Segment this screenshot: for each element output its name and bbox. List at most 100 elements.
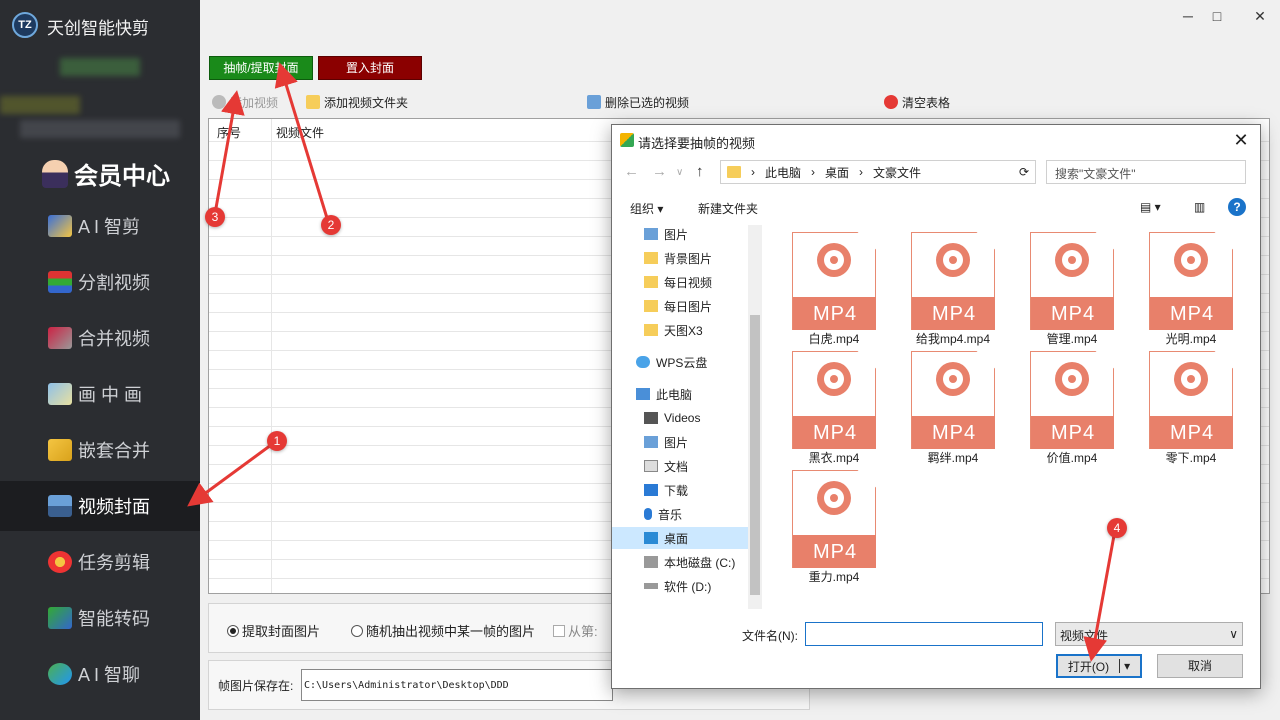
tree-item-folder[interactable]: 每日图片 [644, 295, 748, 317]
film-reel-icon [1174, 362, 1208, 396]
tree-item-this-pc[interactable]: 此电脑 [636, 383, 748, 405]
radio-random-frame[interactable]: 随机抽出视频中某一帧的图片 [351, 621, 535, 640]
tree-item-music[interactable]: 音乐 [644, 503, 748, 525]
transcode-icon [48, 607, 72, 629]
up-arrow-icon[interactable]: ↑ [696, 163, 704, 180]
tree-item-label: 背景图片 [664, 251, 713, 266]
file-item[interactable]: MP4 给我mp4.mp4 [888, 232, 998, 347]
new-folder-button[interactable]: 新建文件夹 [698, 200, 758, 217]
sidebar-item-ai-chat[interactable]: A I 智聊 [0, 649, 200, 699]
refresh-icon[interactable]: ⟳ [1019, 165, 1029, 179]
tree-scrollbar-thumb[interactable] [750, 315, 760, 595]
add-folder-label: 添加视频文件夹 [324, 95, 409, 110]
ai-chat-icon [48, 663, 72, 685]
help-icon[interactable]: ? [1228, 198, 1246, 216]
film-reel-icon [817, 481, 851, 515]
video-cover-icon [48, 495, 72, 517]
tree-item-videos[interactable]: Videos [644, 407, 748, 429]
file-item[interactable]: MP4 羁绊.mp4 [888, 351, 998, 466]
dialog-close-button[interactable]: ✕ [1230, 129, 1252, 151]
sidebar-item-merge-video[interactable]: 合并视频 [0, 313, 200, 363]
filetype-select[interactable]: 视频文件 ∨ [1055, 622, 1243, 646]
tree-item-label: 图片 [664, 227, 689, 242]
radio-extract-cover[interactable]: 提取封面图片 [227, 621, 320, 640]
recent-chevron-icon[interactable]: ∨ [676, 167, 683, 178]
sidebar-item-split-video[interactable]: 分割视频 [0, 257, 200, 307]
file-type-badge: MP4 [793, 416, 876, 449]
back-arrow-icon[interactable]: ← [624, 163, 639, 180]
radio-label: 提取封面图片 [242, 624, 321, 639]
forward-arrow-icon[interactable]: → [652, 163, 667, 180]
tree-item-pictures[interactable]: 图片 [644, 223, 748, 245]
file-type-badge: MP4 [1150, 416, 1233, 449]
open-button[interactable]: 打开(O) ▾ [1056, 654, 1142, 678]
add-folder-button[interactable]: 添加视频文件夹 [306, 93, 408, 111]
sidebar-item-nested-merge[interactable]: 嵌套合并 [0, 425, 200, 475]
tree-item-drive-d[interactable]: 软件 (D:) [644, 575, 748, 597]
organize-menu[interactable]: 组织 ▾ [630, 200, 663, 217]
extract-cover-button[interactable]: 抽帧/提取封面 [209, 56, 313, 80]
documents-icon [644, 460, 658, 472]
checkbox-icon [553, 624, 565, 637]
clear-table-button[interactable]: 清空表格 [884, 93, 950, 111]
tree-item-downloads[interactable]: 下载 [644, 479, 748, 501]
mp4-file-icon: MP4 [1030, 351, 1114, 449]
tree-item-folder[interactable]: 每日视频 [644, 271, 748, 293]
clear-x-icon [884, 95, 898, 109]
delete-selected-button[interactable]: 删除已选的视频 [587, 93, 689, 111]
tree-item-label: 每日图片 [664, 299, 713, 314]
filename-input[interactable] [805, 622, 1043, 646]
sidebar-item-ai-cut[interactable]: A I 智剪 [0, 201, 200, 251]
split-video-icon [48, 271, 72, 293]
sidebar: TZ 天创智能快剪 会员中心 A I 智剪 分割视频 合并视频 画 中 画 嵌套… [0, 0, 200, 720]
sidebar-item-label: 画 中 画 [78, 385, 143, 405]
tree-item-wps-cloud[interactable]: WPS云盘 [636, 351, 748, 373]
file-item[interactable]: MP4 零下.mp4 [1126, 351, 1236, 466]
sidebar-item-task-edit[interactable]: 任务剪辑 [0, 537, 200, 587]
file-name: 给我mp4.mp4 [915, 332, 991, 346]
breadcrumb-item[interactable]: 文豪文件 [873, 164, 921, 181]
tree-item-desktop[interactable]: 桌面 [612, 527, 748, 549]
address-bar[interactable]: › 此电脑 › 桌面 › 文豪文件 ⟳ [720, 160, 1036, 184]
drive-icon [644, 556, 658, 568]
file-item[interactable]: MP4 管理.mp4 [1007, 232, 1117, 347]
sidebar-item-label: 视频封面 [78, 497, 150, 517]
file-item[interactable]: MP4 黑衣.mp4 [769, 351, 879, 466]
column-header-file: 视频文件 [276, 126, 325, 140]
breadcrumb-item[interactable]: 此电脑 [765, 164, 801, 181]
folder-icon [644, 276, 658, 288]
file-item[interactable]: MP4 价值.mp4 [1007, 351, 1117, 466]
tree-item-pictures[interactable]: 图片 [644, 431, 748, 453]
split-dropdown-icon[interactable]: ▾ [1119, 659, 1130, 673]
task-edit-icon [48, 551, 72, 573]
tree-item-folder[interactable]: 背景图片 [644, 247, 748, 269]
app-logo-icon: TZ [12, 12, 38, 38]
from-frame-checkbox[interactable]: 从第: [553, 621, 598, 640]
film-reel-icon [936, 243, 970, 277]
drive-icon [644, 583, 658, 589]
save-path-input[interactable]: C:\Users\Administrator\Desktop\DDD [301, 669, 613, 701]
close-window-button[interactable]: ✕ [1250, 6, 1270, 26]
maximize-button[interactable]: □ [1207, 6, 1227, 26]
file-type-badge: MP4 [1031, 297, 1114, 330]
sidebar-item-label: 分割视频 [78, 273, 150, 293]
sidebar-item-video-cover[interactable]: 视频封面 [0, 481, 200, 531]
cancel-button[interactable]: 取消 [1157, 654, 1243, 678]
tree-item-documents[interactable]: 文档 [644, 455, 748, 477]
add-video-button[interactable]: 添加视频 [212, 93, 278, 111]
minimize-button[interactable]: ─ [1178, 6, 1198, 26]
tree-item-folder[interactable]: 天图X3 [644, 319, 748, 341]
sidebar-item-pip[interactable]: 画 中 画 [0, 369, 200, 419]
insert-cover-button[interactable]: 置入封面 [318, 56, 422, 80]
file-item[interactable]: MP4 白虎.mp4 [769, 232, 879, 347]
view-toggle-icon[interactable]: ▤ ▾ [1140, 200, 1161, 214]
file-item[interactable]: MP4 重力.mp4 [769, 470, 879, 585]
sidebar-item-transcode[interactable]: 智能转码 [0, 593, 200, 643]
tree-item-label: 文档 [664, 459, 689, 474]
breadcrumb-item[interactable]: 桌面 [825, 164, 849, 181]
preview-pane-icon[interactable]: ▥ [1194, 200, 1205, 214]
member-center-button[interactable]: 会员中心 [42, 156, 170, 191]
file-item[interactable]: MP4 光明.mp4 [1126, 232, 1236, 347]
search-input[interactable]: 搜索"文豪文件" [1046, 160, 1246, 184]
tree-item-drive-c[interactable]: 本地磁盘 (C:) [644, 551, 748, 573]
